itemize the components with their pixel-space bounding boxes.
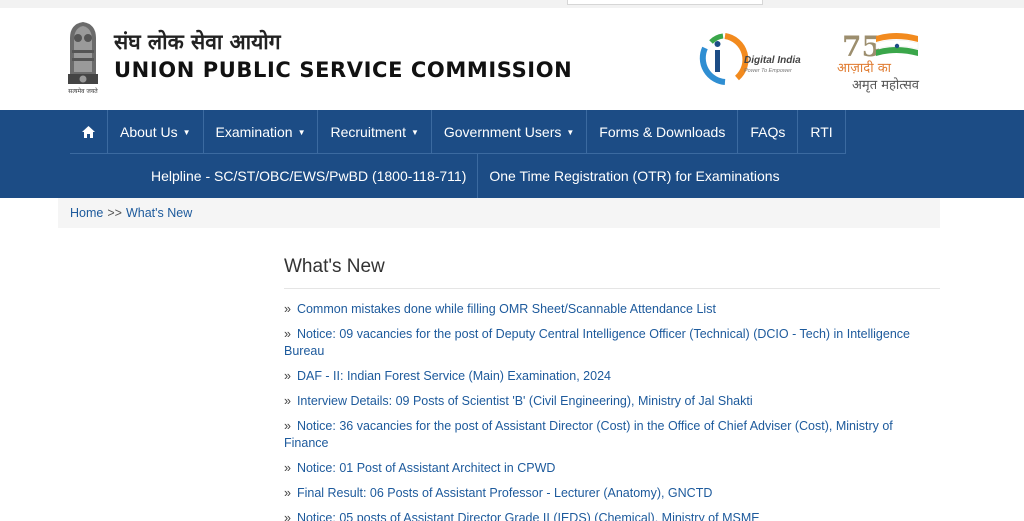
bullet-icon: »	[284, 486, 291, 500]
whats-new-list: » Common mistakes done while filling OMR …	[284, 301, 940, 521]
english-title: UNION PUBLIC SERVICE COMMISSION	[114, 58, 573, 82]
nav-forms-downloads-label: Forms & Downloads	[599, 124, 726, 140]
caret-down-icon: ▼	[410, 127, 419, 137]
nav-recruitment-label: Recruitment	[330, 124, 406, 140]
bullet-icon: »	[284, 461, 291, 475]
nav-examination-label: Examination	[215, 124, 293, 140]
list-item: » Notice: 09 vacancies for the post of De…	[284, 326, 940, 360]
caret-down-icon: ▼	[566, 127, 575, 137]
nav-about-us-label: About Us	[120, 124, 178, 140]
nav-government-users-label: Government Users	[443, 124, 562, 140]
nav-about-us[interactable]: About Us ▼	[108, 110, 204, 154]
search-input[interactable]	[567, 0, 763, 5]
news-link[interactable]: Notice: 05 posts of Assistant Director G…	[297, 511, 760, 521]
breadcrumb-current: What's New	[125, 206, 193, 220]
bullet-icon: »	[284, 511, 291, 521]
site-header: सत्यमेव जयते संघ लोक सेवा आयोग UNION PUB…	[0, 8, 1024, 110]
bullet-icon: »	[284, 394, 291, 408]
nav-row-primary: About Us ▼ Examination ▼ Recruitment ▼ G…	[70, 110, 846, 154]
list-item: » DAF - II: Indian Forest Service (Main) …	[284, 368, 940, 385]
breadcrumb-separator: >>	[107, 206, 122, 220]
news-link[interactable]: Final Result: 06 Posts of Assistant Prof…	[297, 486, 712, 500]
nav-row-secondary: Helpline - SC/ST/OBC/EWS/PwBD (1800-118-…	[140, 154, 791, 198]
nav-rti-label: RTI	[810, 124, 833, 140]
azadi-text-line1: आज़ादी का	[837, 61, 892, 76]
nav-government-users[interactable]: Government Users ▼	[432, 110, 588, 154]
list-item: » Interview Details: 09 Posts of Scientis…	[284, 393, 940, 410]
list-item: » Common mistakes done while filling OMR …	[284, 301, 940, 318]
national-emblem-icon: सत्यमेव जयते	[68, 22, 98, 95]
nav-helpline-label: Helpline - SC/ST/OBC/EWS/PwBD (1800-118-…	[151, 168, 467, 184]
breadcrumb: Home >> What's New	[58, 198, 940, 228]
nav-examination[interactable]: Examination ▼	[204, 110, 319, 154]
page-title: What's New	[284, 256, 940, 289]
news-link[interactable]: Interview Details: 09 Posts of Scientist…	[297, 394, 753, 408]
nav-faqs-label: FAQs	[750, 124, 786, 140]
top-strip	[0, 0, 1024, 8]
news-link[interactable]: Notice: 36 vacancies for the post of Ass…	[284, 419, 893, 450]
list-item: » Final Result: 06 Posts of Assistant Pro…	[284, 485, 940, 502]
bullet-icon: »	[284, 419, 291, 433]
nav-faqs[interactable]: FAQs	[738, 110, 799, 154]
digital-india-tagline: Power To Empower	[744, 68, 792, 74]
bullet-icon: »	[284, 327, 291, 341]
caret-down-icon: ▼	[182, 127, 191, 137]
bullet-icon: »	[284, 369, 291, 383]
nav-forms-downloads[interactable]: Forms & Downloads	[587, 110, 739, 154]
nav-otr[interactable]: One Time Registration (OTR) for Examinat…	[478, 154, 790, 198]
news-link[interactable]: Notice: 01 Post of Assistant Architect i…	[297, 461, 555, 475]
breadcrumb-home-link[interactable]: Home	[70, 206, 103, 220]
news-link[interactable]: Common mistakes done while filling OMR S…	[297, 302, 716, 316]
news-link[interactable]: Notice: 09 vacancies for the post of Dep…	[284, 327, 910, 358]
caret-down-icon: ▼	[297, 127, 306, 137]
emblem-motto: सत्यमेव जयते	[68, 87, 98, 95]
main-content: What's New » Common mistakes done while f…	[284, 256, 940, 521]
azadi-text-line2: अमृत महोत्सव	[852, 78, 920, 93]
list-item: » Notice: 36 vacancies for the post of As…	[284, 418, 940, 452]
digital-india-text: Digital India	[744, 55, 801, 66]
home-icon	[82, 126, 95, 138]
hindi-title: संघ लोक सेवा आयोग	[114, 30, 281, 54]
list-item: » Notice: 01 Post of Assistant Architect …	[284, 460, 940, 477]
nav-otr-label: One Time Registration (OTR) for Examinat…	[489, 168, 780, 184]
bullet-icon: »	[284, 302, 291, 316]
nav-home[interactable]	[70, 110, 108, 154]
main-navigation: About Us ▼ Examination ▼ Recruitment ▼ G…	[0, 110, 1024, 198]
nav-helpline[interactable]: Helpline - SC/ST/OBC/EWS/PwBD (1800-118-…	[140, 154, 479, 198]
nav-rti[interactable]: RTI	[798, 110, 846, 154]
list-item: » Notice: 05 posts of Assistant Director …	[284, 510, 940, 521]
nav-recruitment[interactable]: Recruitment ▼	[318, 110, 432, 154]
news-link[interactable]: DAF - II: Indian Forest Service (Main) E…	[297, 369, 611, 383]
